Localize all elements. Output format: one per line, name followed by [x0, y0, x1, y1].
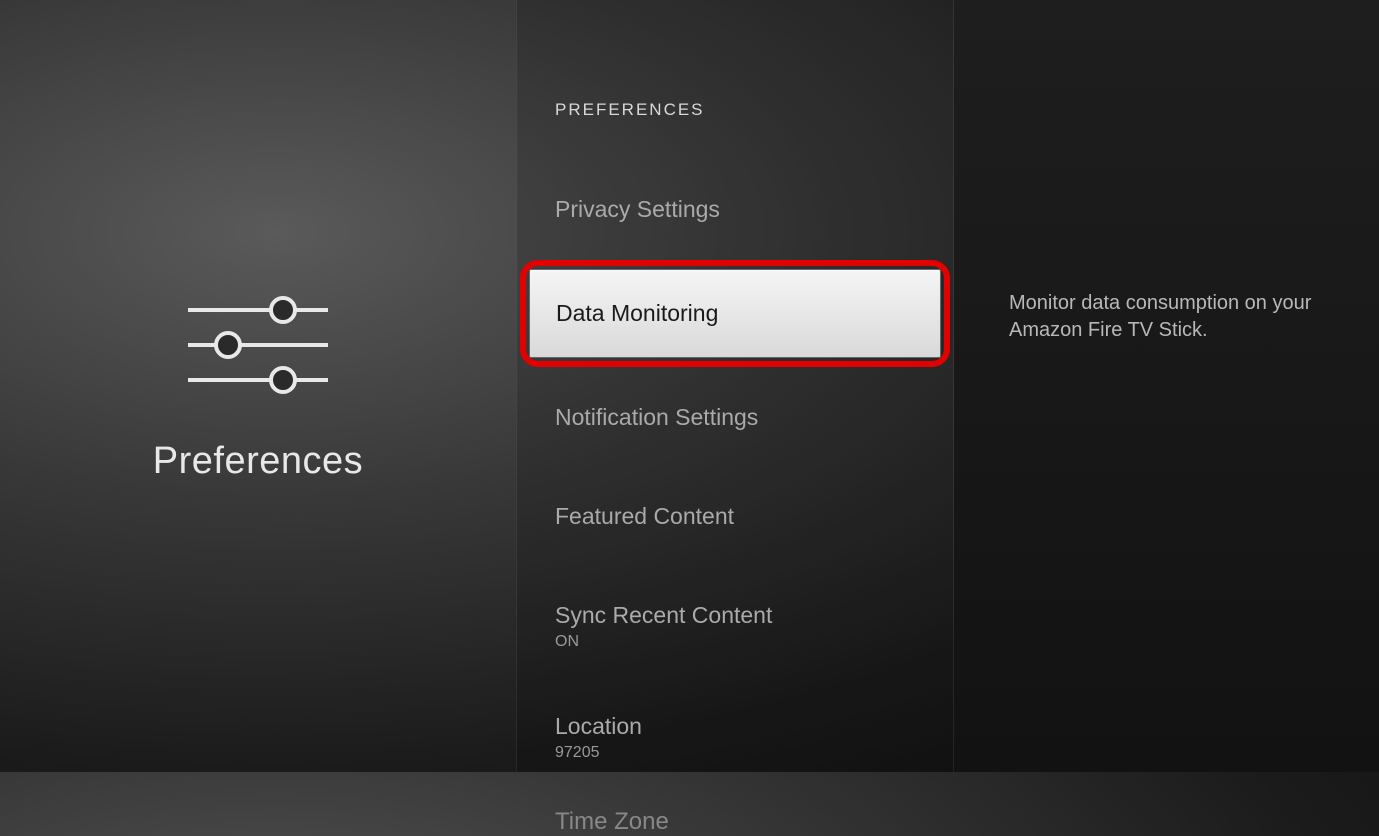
- menu-item-value: ON: [555, 633, 915, 651]
- menu-item-label: Location: [555, 713, 915, 740]
- menu-item-value: 97205: [555, 744, 915, 762]
- left-panel-title: Preferences: [153, 440, 363, 483]
- menu-item-location[interactable]: Location 97205: [517, 697, 953, 778]
- menu-item-privacy-settings[interactable]: Privacy Settings: [517, 180, 953, 239]
- detail-panel: Monitor data consumption on your Amazon …: [954, 0, 1379, 772]
- menu-panel: PREFERENCES Privacy Settings Data Monito…: [516, 0, 954, 772]
- section-header: PREFERENCES: [517, 100, 953, 120]
- detail-description: Monitor data consumption on your Amazon …: [1009, 290, 1319, 344]
- menu-item-label: Data Monitoring: [556, 300, 902, 327]
- menu-item-label: Privacy Settings: [555, 196, 915, 223]
- menu-item-data-monitoring[interactable]: Data Monitoring: [529, 269, 941, 358]
- menu-item-notification-settings[interactable]: Notification Settings: [517, 388, 953, 447]
- menu-item-label: Notification Settings: [555, 404, 915, 431]
- menu-item-label: Sync Recent Content: [555, 602, 915, 629]
- menu-list: Privacy Settings Data Monitoring Notific…: [517, 180, 953, 836]
- menu-item-sync-recent-content[interactable]: Sync Recent Content ON: [517, 586, 953, 667]
- left-panel: Preferences: [0, 0, 516, 772]
- menu-item-time-zone[interactable]: Time Zone: [517, 808, 953, 836]
- menu-item-label: Featured Content: [555, 503, 915, 530]
- menu-item-featured-content[interactable]: Featured Content: [517, 487, 953, 546]
- sliders-icon: [183, 290, 333, 400]
